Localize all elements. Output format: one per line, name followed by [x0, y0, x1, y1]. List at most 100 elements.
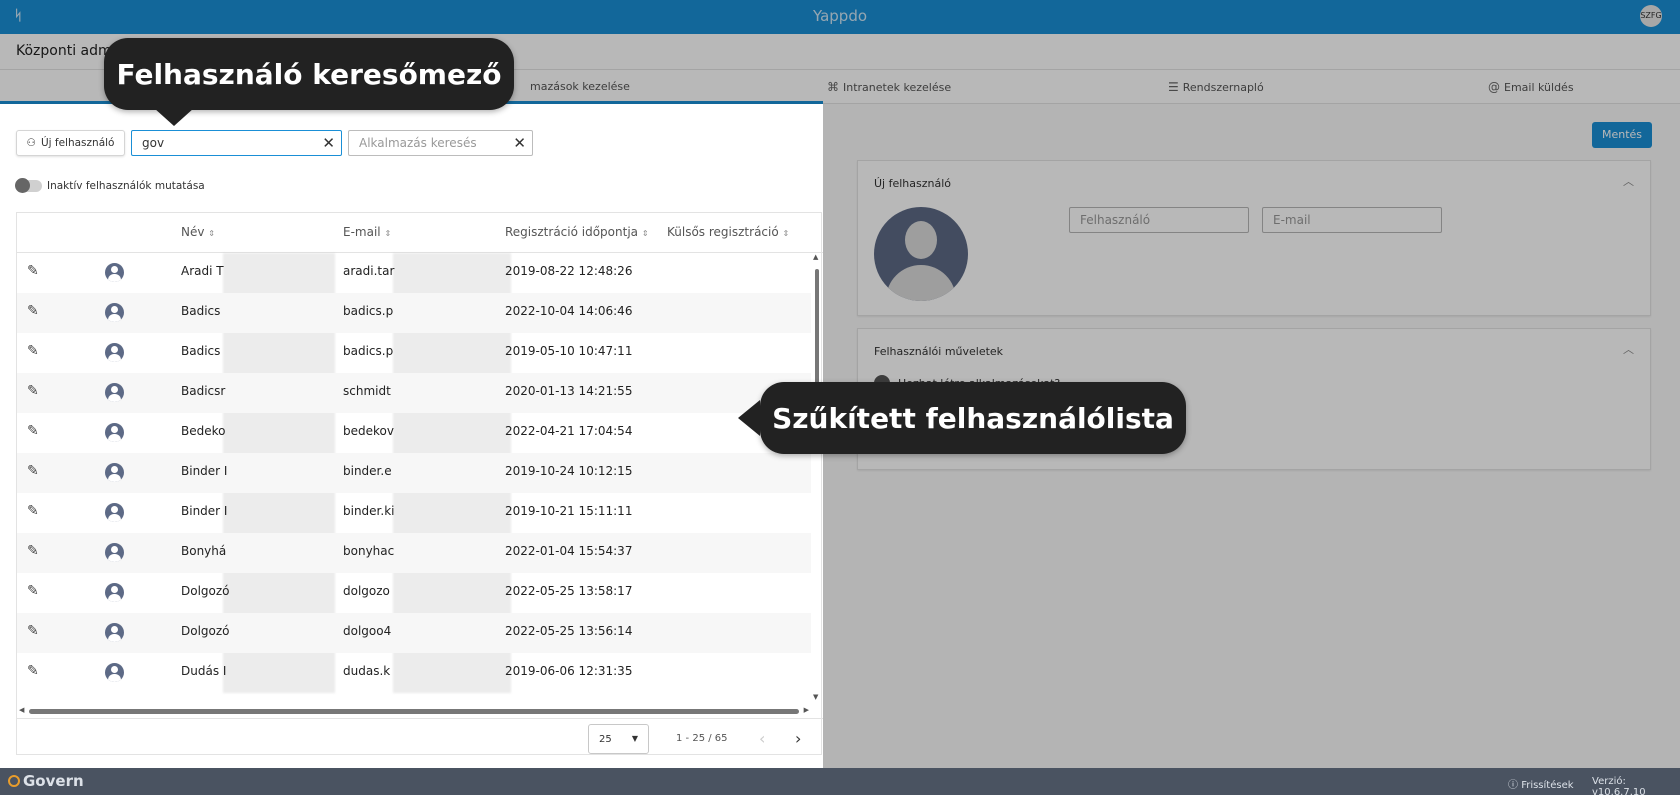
scroll-up-icon[interactable]: ▲ — [813, 253, 818, 261]
list-icon: ☰ — [1168, 80, 1179, 94]
table-row[interactable]: ✎ Binder I binder.ki 2019-10-21 15:11:11 — [17, 493, 811, 533]
user-avatar-icon — [105, 263, 124, 282]
table-row[interactable]: ✎ Badicsr schmidt 2020-01-13 14:21:55 — [17, 373, 811, 413]
network-icon: ⌘ — [827, 80, 839, 94]
edit-icon[interactable]: ✎ — [27, 543, 39, 559]
show-inactive-toggle[interactable] — [15, 178, 42, 193]
edit-icon[interactable]: ✎ — [27, 263, 39, 279]
edit-icon[interactable]: ✎ — [27, 583, 39, 599]
vertical-scrollbar[interactable]: ▲ ▼ — [812, 253, 822, 701]
page-size-select[interactable]: 25 ▼ — [588, 724, 649, 754]
table-row[interactable]: ✎ Dudás I dudas.k 2019-06-06 12:31:35 — [17, 653, 811, 693]
user-avatar[interactable]: SZFG — [1640, 5, 1662, 27]
user-detail-panel: Mentés Új felhasználó ︿ Felhasználó E-ma… — [823, 104, 1680, 768]
user-email: aradi.tar — [343, 264, 395, 278]
can-create-apps-toggle[interactable] — [874, 375, 890, 391]
app-title: Yappdo — [812, 7, 868, 25]
clear-app-search-icon[interactable]: ✕ — [513, 134, 526, 152]
registration-time: 2019-05-10 10:47:11 — [505, 344, 633, 358]
scroll-thumb[interactable] — [29, 709, 799, 714]
scroll-left-icon[interactable]: ◀ — [19, 706, 24, 714]
scroll-thumb[interactable] — [815, 269, 819, 389]
table-row[interactable]: ✎ Aradi T aradi.tar 2019-08-22 12:48:26 — [17, 253, 811, 293]
column-header-external[interactable]: Külsős regisztráció ⇕ — [667, 225, 789, 239]
user-search-input[interactable] — [142, 135, 292, 151]
edit-icon[interactable]: ✎ — [27, 423, 39, 439]
top-bar: ᛋ Yappdo SZFG — [0, 0, 1680, 34]
table-row[interactable]: ✎ Badics badics.p 2019-05-10 10:47:11 — [17, 333, 811, 373]
user-avatar-icon — [105, 303, 124, 322]
tab-applications[interactable]: mazások kezelése — [530, 80, 630, 93]
clear-user-search-icon[interactable]: ✕ — [322, 134, 335, 152]
registration-time: 2022-05-25 13:56:14 — [505, 624, 633, 638]
tab-intranets[interactable]: ⌘ Intranetek kezelése — [827, 80, 951, 94]
registration-time: 2022-10-04 14:06:46 — [505, 304, 633, 318]
user-search-field[interactable]: ✕ — [131, 130, 342, 156]
show-inactive-label: Inaktív felhasználók mutatása — [47, 180, 205, 192]
previous-page-icon[interactable]: ‹ — [759, 729, 765, 748]
user-email: bedekov — [343, 424, 394, 438]
edit-icon[interactable]: ✎ — [27, 503, 39, 519]
show-inactive-row: Inaktív felhasználók mutatása — [15, 178, 205, 193]
new-user-label: Új felhasználó — [40, 137, 115, 149]
chevron-up-icon[interactable]: ︿ — [1623, 341, 1634, 357]
sort-icon: ⇕ — [208, 229, 215, 238]
tab-system-log[interactable]: ☰ Rendszernapló — [1168, 80, 1264, 94]
user-name: Badics — [181, 304, 221, 318]
can-create-apps-label: Hozhat létre alkalmazásokat? — [898, 376, 1061, 390]
user-avatar-icon — [105, 583, 124, 602]
edit-icon[interactable]: ✎ — [27, 343, 39, 359]
edit-icon[interactable]: ✎ — [27, 303, 39, 319]
edit-icon[interactable]: ✎ — [27, 663, 39, 679]
user-name: Dudás I — [181, 664, 227, 678]
username-field[interactable]: Felhasználó — [1069, 207, 1249, 233]
registration-time: 2019-08-22 12:48:26 — [505, 264, 633, 278]
page-title: Központi admi — [16, 43, 116, 59]
next-page-icon[interactable]: › — [795, 729, 801, 748]
new-user-button[interactable]: ⚇ Új felhasználó — [16, 130, 125, 156]
table-row[interactable]: ✎ Binder I binder.e 2019-10-24 10:12:15 — [17, 453, 811, 493]
table-row[interactable]: ✎ Dolgozó dolgozo 2022-05-25 13:58:17 — [17, 573, 811, 613]
govern-mark-icon — [8, 775, 20, 787]
user-name: Bedeko — [181, 424, 226, 438]
edit-icon[interactable]: ✎ — [27, 463, 39, 479]
user-name: Badics — [181, 344, 221, 358]
save-button[interactable]: Mentés — [1592, 122, 1652, 148]
user-avatar-icon — [105, 423, 124, 442]
at-icon: @ — [1488, 80, 1500, 94]
table-row[interactable]: ✎ Badics badics.p 2022-10-04 14:06:46 — [17, 293, 811, 333]
user-name: Badicsr — [181, 384, 226, 398]
app-search-input[interactable] — [359, 135, 509, 151]
table-row[interactable]: ✎ Dolgozó dolgoo4 2022-05-25 13:56:14 — [17, 613, 811, 653]
tab-label: mazások kezelése — [530, 80, 630, 93]
table-row[interactable]: ✎ Bonyhá bonyhac 2022-01-04 15:54:37 — [17, 533, 811, 573]
updates-link[interactable]: ⓘ Frissítések — [1508, 776, 1574, 791]
sort-icon: ⇕ — [782, 229, 790, 238]
column-header-name[interactable]: Név ⇕ — [181, 225, 215, 239]
user-avatar-icon — [105, 503, 124, 522]
user-avatar-placeholder[interactable] — [874, 207, 968, 301]
page-size-value: 25 — [599, 734, 612, 745]
user-name: Dolgozó — [181, 584, 230, 598]
table-header: Név ⇕ E-mail ⇕ Regisztráció időpontja ⇕ … — [17, 213, 823, 253]
registration-time: 2022-04-21 17:04:54 — [505, 424, 633, 438]
scroll-down-icon[interactable]: ▼ — [813, 693, 818, 701]
column-header-registered[interactable]: Regisztráció időpontja ⇕ — [505, 225, 649, 239]
user-email: dolgozo — [343, 584, 390, 598]
chevron-up-icon[interactable]: ︿ — [1623, 173, 1634, 189]
email-field[interactable]: E-mail — [1262, 207, 1442, 233]
table-row[interactable]: ✎ Bedeko bedekov 2022-04-21 17:04:54 — [17, 413, 811, 453]
new-user-card: Új felhasználó ︿ Felhasználó E-mail — [857, 160, 1651, 316]
registration-time: 2019-06-06 12:31:35 — [505, 664, 633, 678]
tab-email[interactable]: @ Email küldés — [1488, 80, 1574, 94]
registration-time: 2019-10-24 10:12:15 — [505, 464, 633, 478]
user-avatar-icon — [105, 543, 124, 562]
sub-header: Központi admi — [0, 34, 1680, 70]
horizontal-scrollbar[interactable]: ◀ ▶ — [17, 706, 811, 716]
app-search-field[interactable]: ✕ — [348, 130, 533, 156]
column-header-email[interactable]: E-mail ⇕ — [343, 225, 391, 239]
edit-icon[interactable]: ✎ — [27, 623, 39, 639]
scroll-right-icon[interactable]: ▶ — [804, 706, 809, 714]
edit-icon[interactable]: ✎ — [27, 383, 39, 399]
user-email: bonyhac — [343, 544, 395, 558]
